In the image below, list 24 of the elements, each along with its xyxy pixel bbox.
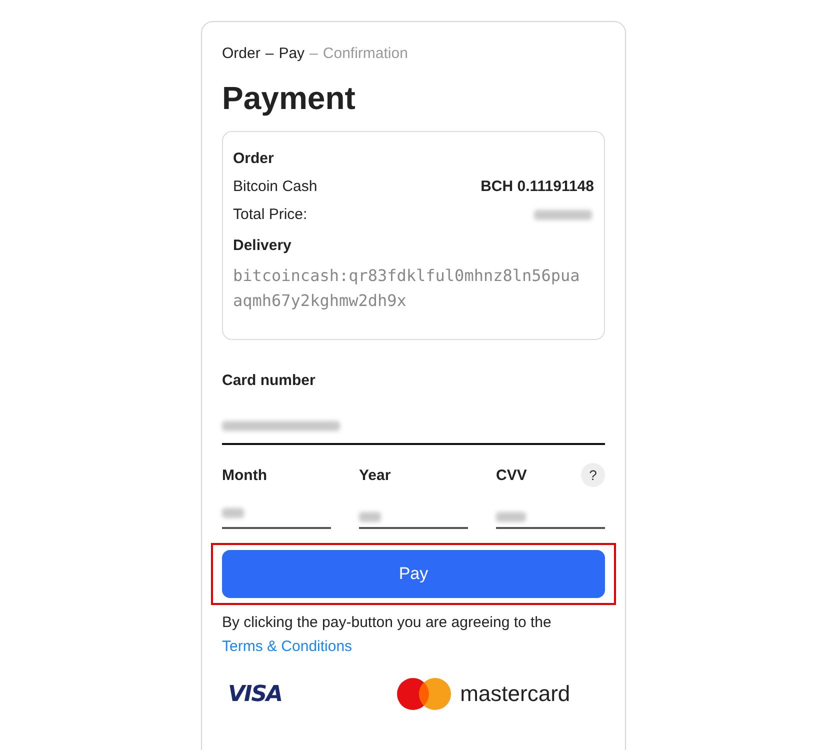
terms-link[interactable]: Terms & Conditions: [222, 635, 352, 659]
total-price-label: Total Price:: [233, 206, 308, 223]
item-name: Bitcoin Cash: [233, 178, 318, 195]
item-amount: BCH 0.11191148: [480, 178, 594, 195]
delivery-heading: Delivery: [233, 237, 292, 254]
card-number-label: Card number: [222, 372, 316, 389]
mastercard-circles-icon: [396, 677, 452, 711]
field-label: Month: [222, 466, 267, 484]
breadcrumb-step: –: [265, 45, 274, 62]
breadcrumb-step: –: [310, 45, 318, 62]
delivery-address: bitcoincash:qr83fdklful0mhnz8ln56puaaqmh67y2kghmw2dh9x: [233, 265, 580, 312]
breadcrumb-step: Order: [222, 45, 260, 62]
blurred-value: [534, 210, 592, 220]
page-title: Payment: [222, 80, 356, 117]
visa-logo: VISA: [228, 682, 282, 706]
terms-text: By clicking the pay-button you are agreeing to the: [222, 613, 552, 633]
field-label: CVV: [496, 466, 527, 484]
order-heading: Order: [233, 150, 275, 167]
breadcrumb-step: Pay: [278, 45, 305, 62]
help-button[interactable]: ?: [581, 463, 605, 487]
pay-button[interactable]: Pay: [222, 550, 605, 598]
mastercard-logo: mastercard: [460, 681, 570, 707]
breadcrumb-step: Confirmation: [322, 45, 408, 62]
field-label: Year: [359, 466, 391, 484]
